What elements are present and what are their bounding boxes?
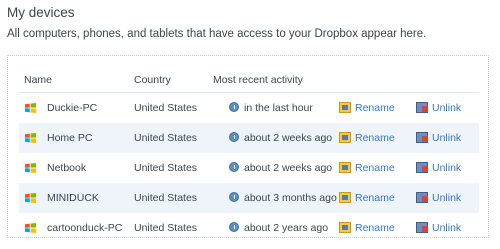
unlink-label: Unlink [432,102,462,114]
rename-link[interactable]: Rename [339,192,395,204]
unlink-link[interactable]: Unlink [416,222,461,234]
rename-label: Rename [355,102,395,114]
rename-icon [339,102,351,113]
device-activity: about 2 weeks ago [229,162,332,174]
unlink-link[interactable]: Unlink [416,162,461,174]
table-row: Home PC United States about 2 weeks ago … [19,123,479,153]
table-row: MINIDUCK United States about 3 months ag… [19,183,479,213]
clock-icon [229,162,239,172]
unlink-icon [416,222,428,233]
table-body: Duckie-PC United States in the last hour… [19,93,479,243]
windows-logo-icon [25,223,36,233]
rename-link[interactable]: Rename [339,102,395,114]
devices-panel: Name Country Most recent activity Duckie… [7,55,489,238]
windows-logo-icon [25,163,36,173]
rename-icon [339,162,351,173]
table-row: cartoonduck-PC United States about 2 yea… [19,213,479,243]
unlink-icon [416,102,428,113]
clock-icon [229,222,239,232]
unlink-label: Unlink [432,192,462,204]
page-title: My devices [7,5,75,20]
rename-label: Rename [355,222,395,234]
unlink-label: Unlink [432,132,462,144]
activity-text: about 2 years ago [244,222,329,234]
device-name: Home PC [47,132,93,144]
column-header-country: Country [134,74,171,86]
device-activity: about 2 weeks ago [229,132,332,144]
unlink-icon [416,162,428,173]
unlink-link[interactable]: Unlink [416,102,461,114]
unlink-icon [416,192,428,203]
rename-label: Rename [355,132,395,144]
activity-text: about 2 weeks ago [244,162,333,174]
device-name: Netbook [47,162,87,174]
table-row: Netbook United States about 2 weeks ago … [19,153,479,183]
activity-text: in the last hour [244,102,313,114]
device-country: United States [134,162,198,174]
device-activity: about 2 years ago [229,222,328,234]
unlink-label: Unlink [432,162,462,174]
rename-icon [339,192,351,203]
device-country: United States [134,102,198,114]
rename-label: Rename [355,192,395,204]
rename-label: Rename [355,162,395,174]
rename-icon [339,222,351,233]
column-header-name: Name [24,74,53,86]
rename-icon [339,132,351,143]
windows-logo-icon [25,133,36,143]
unlink-link[interactable]: Unlink [416,132,461,144]
windows-logo-icon [25,103,36,113]
windows-logo-icon [25,193,36,203]
column-header-activity: Most recent activity [213,74,303,86]
clock-icon [229,192,239,202]
unlink-icon [416,132,428,143]
device-activity: in the last hour [229,102,313,114]
clock-icon [229,102,239,112]
rename-link[interactable]: Rename [339,132,395,144]
unlink-link[interactable]: Unlink [416,192,461,204]
device-activity: about 3 months ago [229,192,337,204]
device-name: MINIDUCK [47,192,99,204]
clock-icon [229,132,239,142]
device-name: cartoonduck-PC [47,222,123,234]
device-country: United States [134,132,198,144]
device-country: United States [134,192,198,204]
page-description: All computers, phones, and tablets that … [7,28,427,40]
device-name: Duckie-PC [47,102,98,114]
activity-text: about 3 months ago [244,192,337,204]
table-row: Duckie-PC United States in the last hour… [19,93,479,123]
activity-text: about 2 weeks ago [244,132,333,144]
unlink-label: Unlink [432,222,462,234]
rename-link[interactable]: Rename [339,222,395,234]
rename-link[interactable]: Rename [339,162,395,174]
devices-table: Name Country Most recent activity Duckie… [19,67,479,243]
table-header: Name Country Most recent activity [19,67,479,93]
device-country: United States [134,222,198,234]
